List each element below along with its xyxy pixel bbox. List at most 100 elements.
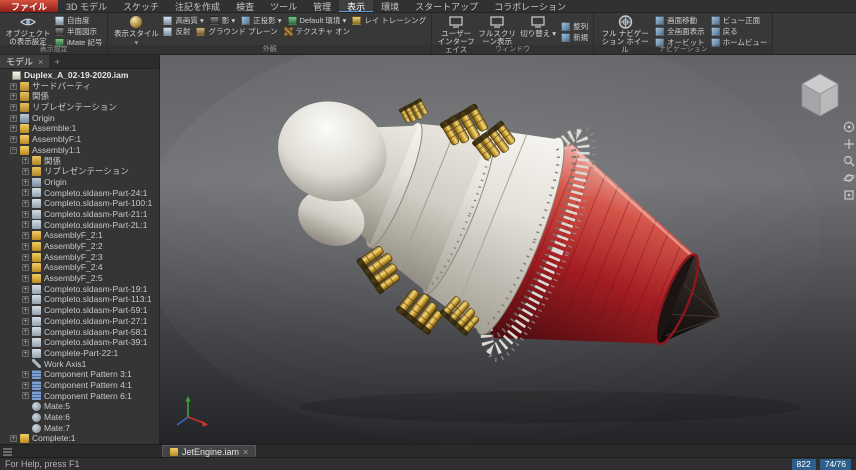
tree-item[interactable]: Mate:6 — [0, 412, 159, 423]
expand-toggle-icon[interactable]: + — [22, 317, 29, 325]
expand-toggle-icon[interactable]: + — [22, 221, 29, 229]
object-visibility-button[interactable]: オブジェクトの表示設定 — [5, 15, 51, 46]
expand-toggle-icon[interactable]: + — [22, 200, 29, 208]
tree-item[interactable]: + リプレゼンテーション — [0, 102, 159, 113]
tab-list-icon[interactable] — [0, 445, 14, 457]
expand-toggle-icon[interactable]: − — [10, 146, 17, 154]
ribbon-small-button[interactable]: レイ トレーシング — [352, 15, 426, 25]
ribbon-tab[interactable]: スケッチ — [115, 0, 167, 12]
tree-item[interactable]: + Completo.sldasm-Part-100:1 — [0, 198, 159, 209]
tree-item[interactable]: + Complete-Part-22:1 — [0, 348, 159, 359]
tree-item[interactable]: + Completo.sldasm-Part-113:1 — [0, 294, 159, 305]
tree-item[interactable]: + 関係 — [0, 156, 159, 167]
tree-item[interactable]: + Completo.sldasm-Part-19:1 — [0, 284, 159, 295]
tree-item[interactable]: Work Axis1 — [0, 359, 159, 370]
tree-item[interactable]: + Completo.sldasm-Part-27:1 — [0, 316, 159, 327]
browser-tab-model[interactable]: モデル × — [0, 55, 50, 68]
expand-toggle-icon[interactable]: + — [10, 135, 17, 143]
orbit-icon[interactable] — [843, 172, 855, 184]
tree-item[interactable]: + AssemblyF_2:1 — [0, 230, 159, 241]
tree-item[interactable]: + Completo.sldasm-Part-24:1 — [0, 188, 159, 199]
tree-item[interactable]: + リプレゼンテーション — [0, 166, 159, 177]
tree-item[interactable]: + Component Pattern 4:1 — [0, 380, 159, 391]
expand-toggle-icon[interactable]: + — [22, 371, 29, 379]
ribbon-small-button[interactable]: 新規 — [561, 32, 588, 42]
tree-item[interactable]: + 関係 — [0, 91, 159, 102]
expand-toggle-icon[interactable]: + — [22, 264, 29, 272]
expand-toggle-icon[interactable]: + — [22, 328, 29, 336]
expand-toggle-icon[interactable]: + — [10, 103, 17, 111]
expand-toggle-icon[interactable]: + — [22, 253, 29, 261]
expand-toggle-icon[interactable]: + — [10, 93, 17, 101]
document-tab-jetengine[interactable]: JetEngine.iam × — [162, 445, 257, 457]
tree-item[interactable]: + AssemblyF_2:2 — [0, 241, 159, 252]
tree-item[interactable]: + サードパーティ — [0, 81, 159, 92]
expand-toggle-icon[interactable]: + — [10, 435, 17, 443]
ribbon-small-button[interactable]: 自由度 — [55, 15, 102, 25]
tree-item[interactable]: Duplex_A_02-19-2020.iam — [0, 70, 159, 81]
expand-toggle-icon[interactable]: + — [22, 339, 29, 347]
ribbon-small-button[interactable]: 影 ▾ — [209, 15, 235, 25]
close-icon[interactable]: × — [243, 447, 248, 457]
tree-item[interactable]: Mate:5 — [0, 401, 159, 412]
ribbon-small-button[interactable]: Default 環境 ▾ — [287, 15, 346, 25]
file-menu-button[interactable]: ファイル — [0, 0, 59, 12]
pan-icon[interactable] — [843, 138, 855, 150]
expand-toggle-icon[interactable]: + — [22, 157, 29, 165]
expand-toggle-icon[interactable]: + — [22, 274, 29, 282]
3d-scene[interactable] — [160, 55, 856, 444]
expand-toggle-icon[interactable]: + — [22, 168, 29, 176]
tree-item[interactable]: + AssemblyF_2:5 — [0, 273, 159, 284]
expand-toggle-icon[interactable]: + — [22, 210, 29, 218]
look-at-icon[interactable] — [843, 189, 855, 201]
ribbon-tab[interactable]: 注記を作成 — [167, 0, 228, 12]
tree-item[interactable]: Mate:7 — [0, 423, 159, 434]
tree-item[interactable]: + Origin — [0, 177, 159, 188]
tree-item[interactable]: + AssemblyF:1 — [0, 134, 159, 145]
expand-toggle-icon[interactable]: + — [22, 349, 29, 357]
expand-toggle-icon[interactable]: + — [22, 296, 29, 304]
add-browser-tab-button[interactable]: + — [49, 55, 65, 68]
ribbon-small-button[interactable]: 正投影 ▾ — [241, 15, 282, 25]
zoom-icon[interactable] — [843, 155, 855, 167]
expand-toggle-icon[interactable]: + — [10, 114, 17, 122]
ribbon-small-button[interactable]: 全画面表示 — [655, 26, 705, 36]
ribbon-tab[interactable]: 検査 — [228, 0, 262, 12]
ribbon-tab[interactable]: 環境 — [373, 0, 407, 12]
tree-item[interactable]: + Completo.sldasm-Part-2L:1 — [0, 220, 159, 231]
tree-item[interactable]: + AssemblyF_2:4 — [0, 262, 159, 273]
ribbon-small-button[interactable]: 反射 — [163, 26, 190, 36]
tree-item[interactable]: + Completo.sldasm-Part-21:1 — [0, 209, 159, 220]
ribbon-tab[interactable]: スタートアップ — [407, 0, 486, 12]
ribbon-small-button[interactable]: テクスチャ オン — [283, 26, 350, 36]
expand-toggle-icon[interactable]: + — [22, 189, 29, 197]
ribbon-small-button[interactable]: 戻る — [710, 26, 768, 36]
ribbon-small-button[interactable]: 半面図示 — [55, 26, 102, 36]
tree-item[interactable]: + Completo.sldasm-Part-39:1 — [0, 337, 159, 348]
tree-item[interactable]: + Completo.sldasm-Part-58:1 — [0, 327, 159, 338]
ribbon-small-button[interactable]: 画面移動 — [655, 15, 705, 25]
3d-viewport[interactable] — [160, 55, 856, 444]
tree-item[interactable]: + Complete:1 — [0, 433, 159, 444]
tree-item[interactable]: + AssemblyF_2:3 — [0, 252, 159, 263]
expand-toggle-icon[interactable]: + — [10, 82, 17, 90]
tree-item[interactable]: + Origin — [0, 113, 159, 124]
ribbon-small-button[interactable]: 高画質 ▾ — [163, 15, 204, 25]
ribbon-tab[interactable]: 管理 — [305, 0, 339, 12]
ribbon-tab[interactable]: コラボレーション — [486, 0, 574, 12]
expand-toggle-icon[interactable]: + — [22, 178, 29, 186]
ribbon-small-button[interactable]: ビュー正面 — [710, 15, 768, 25]
navigation-wheel-icon[interactable] — [843, 121, 855, 133]
expand-toggle-icon[interactable]: + — [22, 232, 29, 240]
tree-item[interactable]: − Assembly1:1 — [0, 145, 159, 156]
ribbon-tab[interactable]: ツール — [262, 0, 305, 12]
tree-item[interactable]: + Component Pattern 3:1 — [0, 369, 159, 380]
expand-toggle-icon[interactable]: + — [22, 381, 29, 389]
tree-item[interactable]: + Assemble:1 — [0, 123, 159, 134]
close-icon[interactable]: × — [38, 57, 43, 67]
ribbon-tab[interactable]: 3D モデル — [58, 0, 115, 12]
expand-toggle-icon[interactable]: + — [22, 242, 29, 250]
ribbon-small-button[interactable]: 整列 — [561, 21, 588, 31]
expand-toggle-icon[interactable]: + — [22, 285, 29, 293]
ribbon-small-button[interactable]: グラウンド プレーン — [196, 26, 278, 36]
